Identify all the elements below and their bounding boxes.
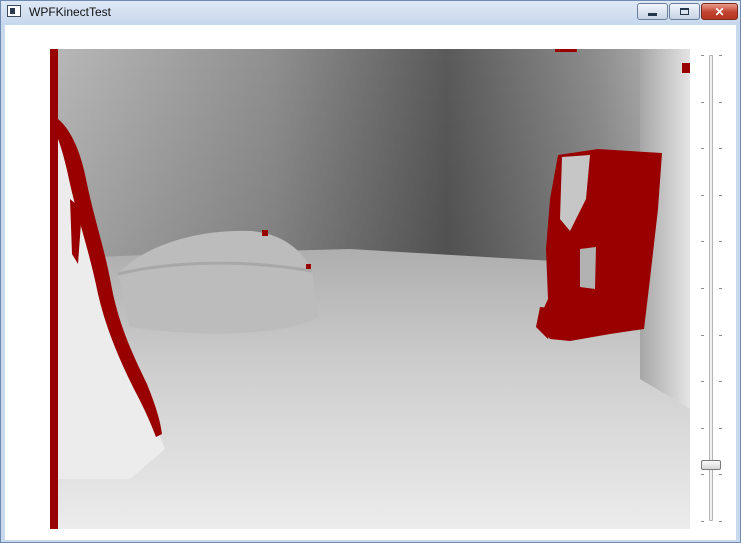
slider-tick: [701, 288, 704, 289]
slider-tick: [719, 148, 722, 150]
minimize-icon: [648, 12, 657, 16]
maximize-icon: [680, 8, 689, 15]
slider-tick: [701, 101, 704, 103]
slider-tick: [719, 55, 722, 56]
slider-tick: [719, 288, 722, 289]
slider-tick: [701, 381, 704, 383]
slider-thumb[interactable]: [701, 460, 721, 471]
slider-tick: [719, 241, 722, 243]
depth-image: [50, 49, 690, 529]
maximize-button[interactable]: [669, 3, 700, 20]
app-icon: [7, 5, 21, 17]
slider-track: [709, 55, 713, 521]
slider-tick: [719, 521, 722, 522]
depth-slider[interactable]: [697, 49, 725, 529]
title-bar[interactable]: WPFKinectTest ✕: [1, 1, 740, 25]
slider-tick: [701, 148, 704, 150]
window-title: WPFKinectTest: [29, 5, 112, 19]
client-area: [5, 25, 736, 540]
slider-tick: [701, 521, 704, 522]
app-window: WPFKinectTest ✕: [0, 0, 741, 543]
slider-tick: [701, 334, 704, 336]
slider-tick: [719, 427, 722, 429]
slider-tick: [701, 474, 704, 476]
slider-tick: [701, 241, 704, 243]
slider-tick: [719, 334, 722, 336]
close-icon: ✕: [714, 4, 725, 19]
slider-tick: [719, 381, 722, 383]
slider-tick: [701, 194, 704, 196]
slider-tick: [701, 55, 704, 56]
depth-image-view: [50, 49, 690, 529]
slider-tick: [719, 474, 722, 476]
minimize-button[interactable]: [637, 3, 668, 20]
slider-tick: [701, 427, 704, 429]
slider-tick: [719, 101, 722, 103]
close-button[interactable]: ✕: [701, 3, 738, 20]
slider-tick: [719, 194, 722, 196]
